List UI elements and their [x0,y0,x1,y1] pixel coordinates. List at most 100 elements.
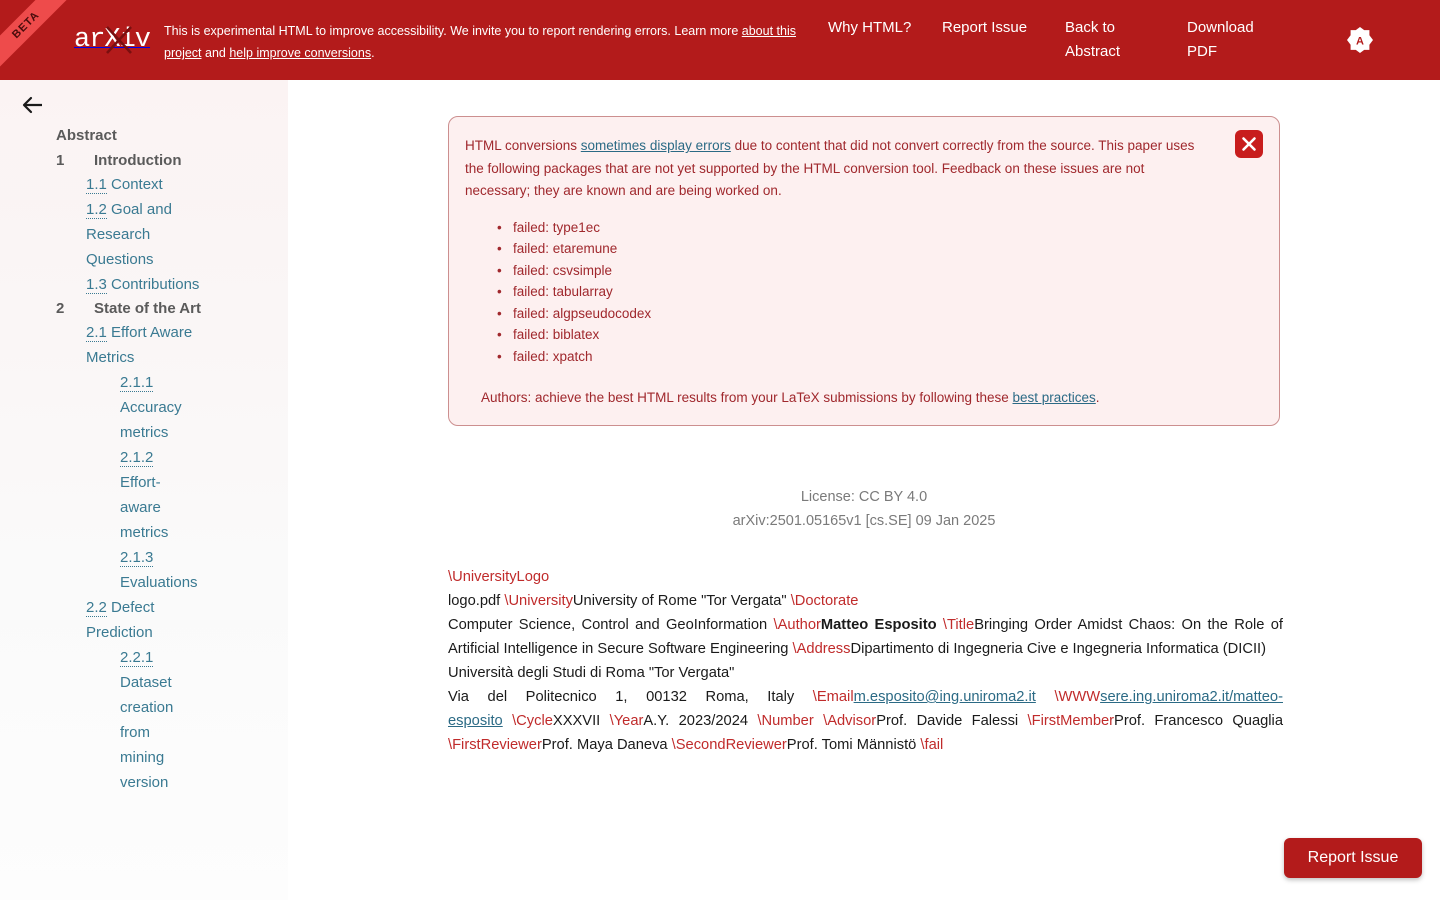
toc-number: 1.2 [86,201,107,219]
accessibility-icon[interactable]: A [1346,26,1374,54]
latex-macro: \Author [774,617,821,633]
toc-title: Accuracy metrics [120,399,182,441]
latex-macro: \Year [610,713,644,729]
sidebar-item-evaluations[interactable]: 2.1.3 Evaluations [0,545,288,595]
banner-text-mid: and [202,46,230,60]
close-icon[interactable] [1235,130,1263,158]
text-run: Computer Science, Control and GeoInforma… [448,617,774,633]
beta-ribbon: BETA [0,0,70,70]
list-item: failed: biblatex [513,324,1257,346]
report-issue-button[interactable]: Report Issue [1284,838,1422,878]
sidebar-item-contributions[interactable]: 1.3 Contributions [0,272,288,297]
back-arrow-icon[interactable] [20,92,46,118]
list-item: failed: type1ec [513,217,1257,239]
toc-title: Context [111,176,163,193]
text-run: Via del Politecnico 1, 00132 Roma, Italy [448,689,813,705]
sidebar-item-dataset-creation[interactable]: 2.2.1 Dataset creation from mining versi… [0,645,288,795]
banner-text-prefix: This is experimental HTML to improve acc… [164,24,742,38]
latex-macro: \University [504,593,573,609]
nav-why-html[interactable]: Why HTML? [828,16,928,40]
paper-meta: License: CC BY 4.0 arXiv:2501.05165v1 [c… [448,485,1280,533]
nav-download-pdf[interactable]: Download PDF [1187,16,1287,64]
spacer [503,713,512,729]
latex-macro: \Address [793,641,851,657]
text-run: logo.pdf [448,593,504,609]
toc-title: Dataset creation from mining version [120,674,173,791]
html-conversion-alert: HTML conversions sometimes display error… [448,116,1280,426]
beta-ribbon-label: BETA [0,0,70,70]
nav-report-issue[interactable]: Report Issue [942,16,1042,40]
latex-macro: \Cycle [512,713,553,729]
help-improve-conversions-link[interactable]: help improve conversions [229,46,371,60]
toc-number: 2.1.1 [120,374,153,392]
frontmatter-line-1: \UniversityLogo [448,565,1283,589]
arxiv-logo-x-icon [104,24,134,56]
header-nav: Why HTML? Report Issue Back to Abstract … [820,16,1320,68]
license-text: License: CC BY 4.0 [448,485,1280,509]
nav-back-to-abstract[interactable]: Back to Abstract [1065,16,1165,64]
latex-macro: \Email [813,689,854,705]
frontmatter-line-5: Via del Politecnico 1, 00132 Roma, Italy… [448,685,1283,757]
toc-number: 1.1 [86,176,107,194]
sidebar-item-context[interactable]: 1.1 Context [0,172,288,197]
toc-number: 2.2.1 [120,649,153,667]
sidebar-toc: Abstract 1 Introduction 1.1 Context 1.2 … [0,80,288,900]
sidebar-item-accuracy-metrics[interactable]: 2.1.1 Accuracy metrics [0,370,288,445]
best-practices-link[interactable]: best practices [1013,390,1096,405]
latex-macro: \UniversityLogo [448,569,549,585]
site-header: BETA arXiv This is experimental HTML to … [0,0,1440,80]
sidebar-item-effort-aware-metrics-sub[interactable]: 2.1.2 Effort-aware metrics [0,445,288,545]
sometimes-display-errors-link[interactable]: sometimes display errors [581,138,731,153]
sidebar-item-goal-and-research-questions[interactable]: 1.2 Goal and Research Questions [0,197,288,272]
toc-number: 1 [56,152,94,169]
latex-macro: \FirstReviewer [448,737,542,753]
text-run: A.Y. 2023/2024 [643,713,757,729]
arxiv-logo[interactable]: arXiv [74,22,154,58]
svg-text:A: A [1356,36,1364,48]
toc-title: State of the Art [94,300,201,317]
frontmatter-line-4: Università degli Studi di Roma "Tor Verg… [448,661,1283,685]
header-banner: This is experimental HTML to improve acc… [164,20,809,64]
toc-title: Effort-aware metrics [120,474,168,541]
failed-packages-list: failed: type1ec failed: etaremune failed… [465,217,1257,368]
author-email-link[interactable]: m.esposito@ing.uniroma2.it [854,689,1036,705]
sidebar-item-effort-aware-metrics[interactable]: 2.1 Effort Aware Metrics [0,320,288,370]
spacer [814,713,823,729]
list-item: failed: xpatch [513,346,1257,368]
toc-list: Abstract 1 Introduction 1.1 Context 1.2 … [0,122,288,795]
text-run: Dipartimento di Ingegneria Cive e Ingegn… [851,641,1267,657]
text-run: University of Rome "Tor Vergata" [573,593,791,609]
latex-macro: \Number [757,713,813,729]
latex-macro: \SecondReviewer [672,737,787,753]
alert-intro-text: HTML conversions sometimes display error… [465,135,1257,203]
sidebar-item-defect-prediction[interactable]: 2.2 Defect Prediction [0,595,288,645]
toc-number: 2.1.2 [120,449,153,467]
text-run: Prof. Maya Daneva [542,737,672,753]
alert-intro-prefix: HTML conversions [465,138,581,153]
toc-number: 2.1.3 [120,549,153,567]
banner-text-suffix: . [371,46,374,60]
sidebar-item-state-of-the-art[interactable]: 2 State of the Art [0,297,288,320]
latex-macro: \Advisor [823,713,876,729]
list-item: failed: csvsimple [513,260,1257,282]
latex-macro: \Doctorate [791,593,859,609]
latex-macro: \Title [943,617,974,633]
author-name: Matteo Esposito [821,617,937,633]
sidebar-item-abstract[interactable]: Abstract [0,122,288,149]
toc-title: Contributions [111,276,199,293]
list-item: failed: etaremune [513,238,1257,260]
list-item: failed: tabularray [513,281,1257,303]
alert-outro-text: Authors: achieve the best HTML results f… [481,387,1257,409]
sidebar-item-introduction[interactable]: 1 Introduction [0,149,288,172]
toc-number: 2 [56,300,94,317]
alert-outro-suffix: . [1096,390,1100,405]
frontmatter-line-2: logo.pdf \UniversityUniversity of Rome "… [448,589,1283,613]
main-content: HTML conversions sometimes display error… [288,80,1440,900]
latex-macro: \FirstMember [1028,713,1115,729]
toc-title: Evaluations [120,574,198,591]
toc-title: Introduction [94,152,181,169]
toc-number: 2.2 [86,599,107,617]
toc-number: 2.1 [86,324,107,342]
arxiv-identifier: arXiv:2501.05165v1 [cs.SE] 09 Jan 2025 [448,509,1280,533]
text-run: Prof. Davide Falessi [876,713,1027,729]
